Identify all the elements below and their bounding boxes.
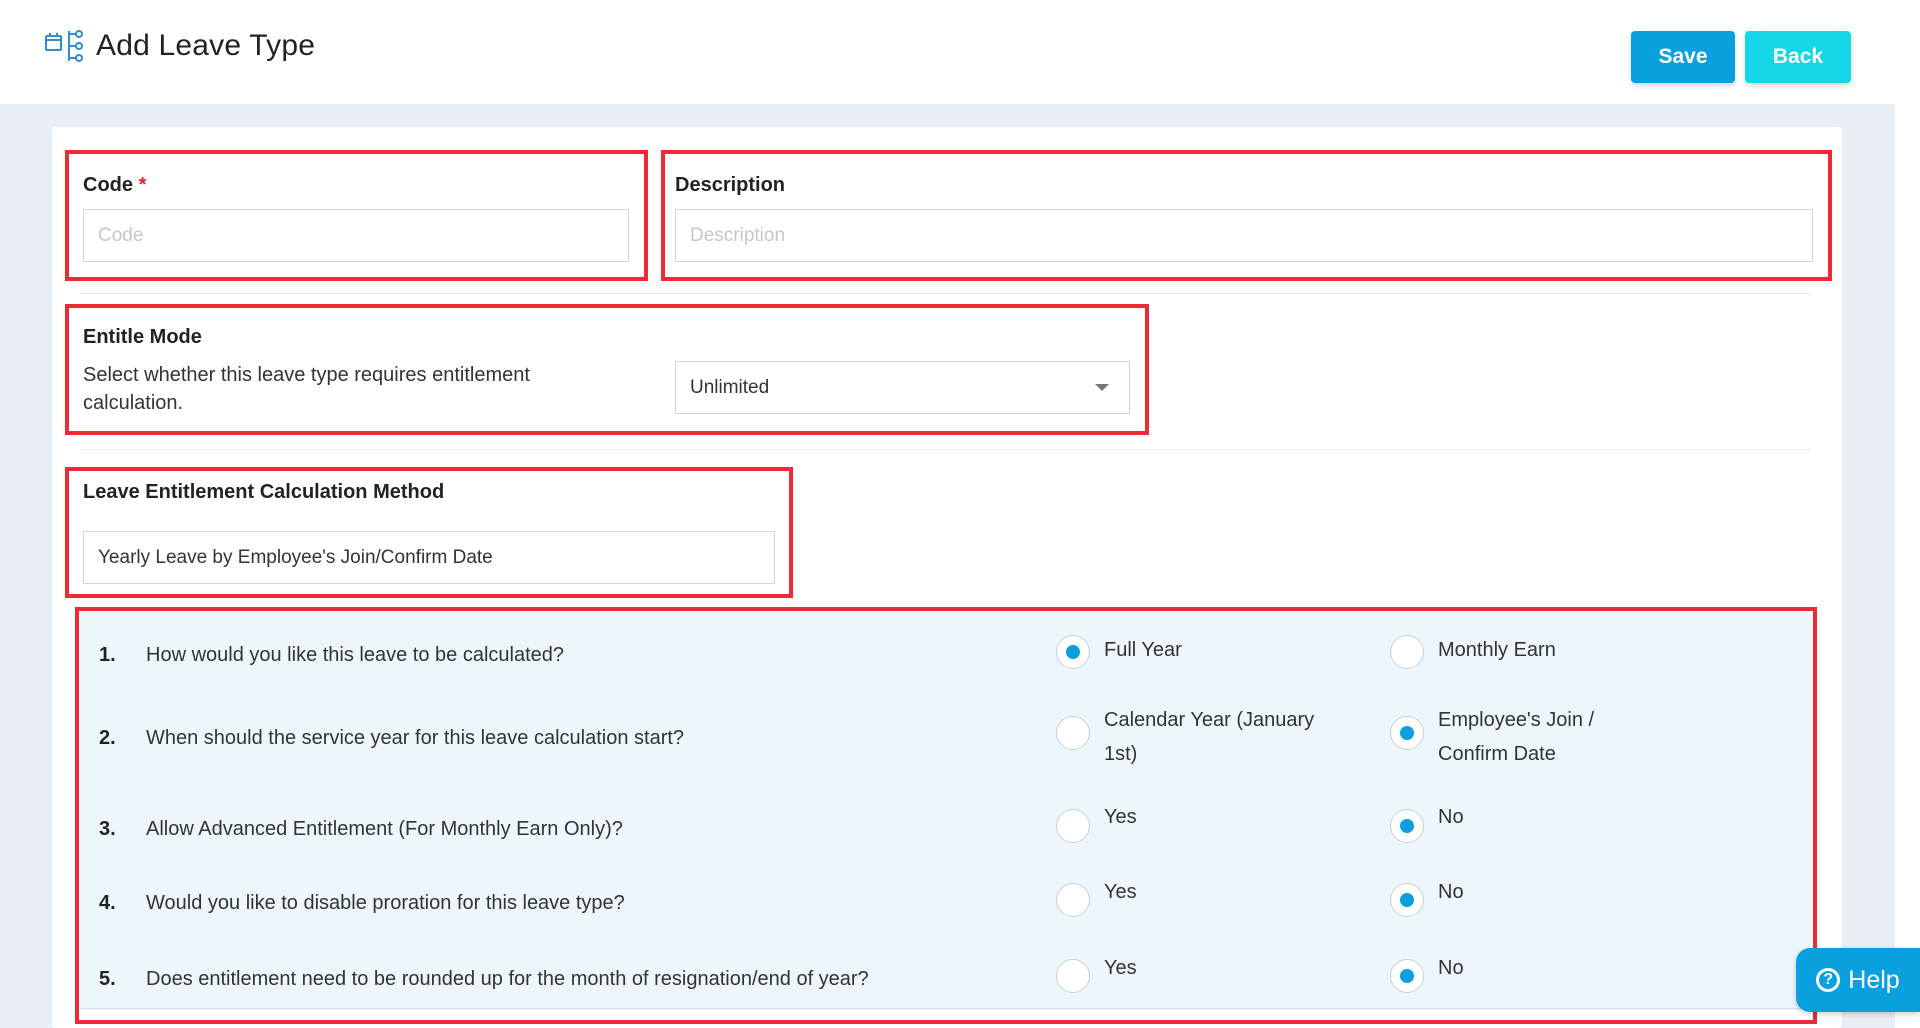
radio-option-b-label: No <box>1438 957 1464 979</box>
page-header: Add Leave Type <box>44 28 315 64</box>
help-button[interactable]: ? Help <box>1796 948 1920 1012</box>
radio-option-b-label: Monthly Earn <box>1438 639 1556 661</box>
radio-option-a-label: Yes <box>1104 806 1137 828</box>
radio-option-a[interactable] <box>1056 959 1090 993</box>
required-asterisk: * <box>138 174 147 196</box>
question-number: 3. <box>99 818 116 840</box>
question-circle-icon: ? <box>1816 968 1841 992</box>
entitle-mode-selected-value: Unlimited <box>690 376 770 398</box>
radio-option-a-label: Full Year <box>1104 639 1182 661</box>
questions-bottom-divider <box>80 1008 1810 1009</box>
radio-option-a[interactable] <box>1056 635 1090 669</box>
entitle-mode-hint: Select whether this leave type requires … <box>83 364 530 414</box>
calculation-method-label: Leave Entitlement Calculation Method <box>83 481 445 503</box>
top-bar: Add Leave Type Save Back <box>0 0 1895 104</box>
radio-option-a[interactable] <box>1056 716 1090 750</box>
save-button[interactable]: Save <box>1631 31 1735 83</box>
radio-option-b-label: No <box>1438 881 1464 903</box>
question-text: Would you like to disable proration for … <box>146 892 625 914</box>
help-label: Help <box>1848 965 1900 994</box>
description-input[interactable]: Description <box>675 209 1813 262</box>
question-number: 1. <box>99 644 116 666</box>
question-number: 5. <box>99 968 116 990</box>
radio-option-a[interactable] <box>1056 809 1090 843</box>
entitle-mode-label: Entitle Mode <box>83 326 202 348</box>
calculation-method-field: Yearly Leave by Employee's Join/Confirm … <box>83 531 775 584</box>
description-label: Description <box>675 174 786 196</box>
question-text: Does entitlement need to be rounded up f… <box>146 968 869 990</box>
radio-option-b[interactable] <box>1390 716 1424 750</box>
chevron-down-icon <box>1095 384 1109 391</box>
radio-option-a-label: Yes <box>1104 957 1137 979</box>
page-title: Add Leave Type <box>96 29 316 62</box>
back-button[interactable]: Back <box>1745 31 1851 83</box>
radio-option-b-label: Employee's Join / Confirm Date <box>1438 709 1595 765</box>
radio-option-b[interactable] <box>1390 635 1424 669</box>
section-divider <box>80 293 1811 294</box>
question-number: 2. <box>99 727 116 749</box>
question-text: Allow Advanced Entitlement (For Monthly … <box>146 818 623 840</box>
radio-option-b[interactable] <box>1390 809 1424 843</box>
leave-type-structure-icon <box>44 28 86 64</box>
entitle-mode-select[interactable]: Unlimited <box>675 361 1130 414</box>
question-number: 4. <box>99 892 116 914</box>
section-divider <box>80 449 1811 450</box>
radio-option-b[interactable] <box>1390 959 1424 993</box>
radio-option-a-label: Calendar Year (January 1st) <box>1104 709 1315 765</box>
question-text: When should the service year for this le… <box>146 727 685 749</box>
code-label: Code * <box>83 174 146 197</box>
question-text: How would you like this leave to be calc… <box>146 644 565 666</box>
code-input[interactable]: Code <box>83 209 629 262</box>
radio-option-b-label: No <box>1438 806 1464 828</box>
radio-option-b[interactable] <box>1390 883 1424 917</box>
radio-option-a-label: Yes <box>1104 881 1137 903</box>
right-gutter <box>1895 0 1920 1028</box>
radio-option-a[interactable] <box>1056 883 1090 917</box>
code-label-text: Code <box>83 174 133 196</box>
